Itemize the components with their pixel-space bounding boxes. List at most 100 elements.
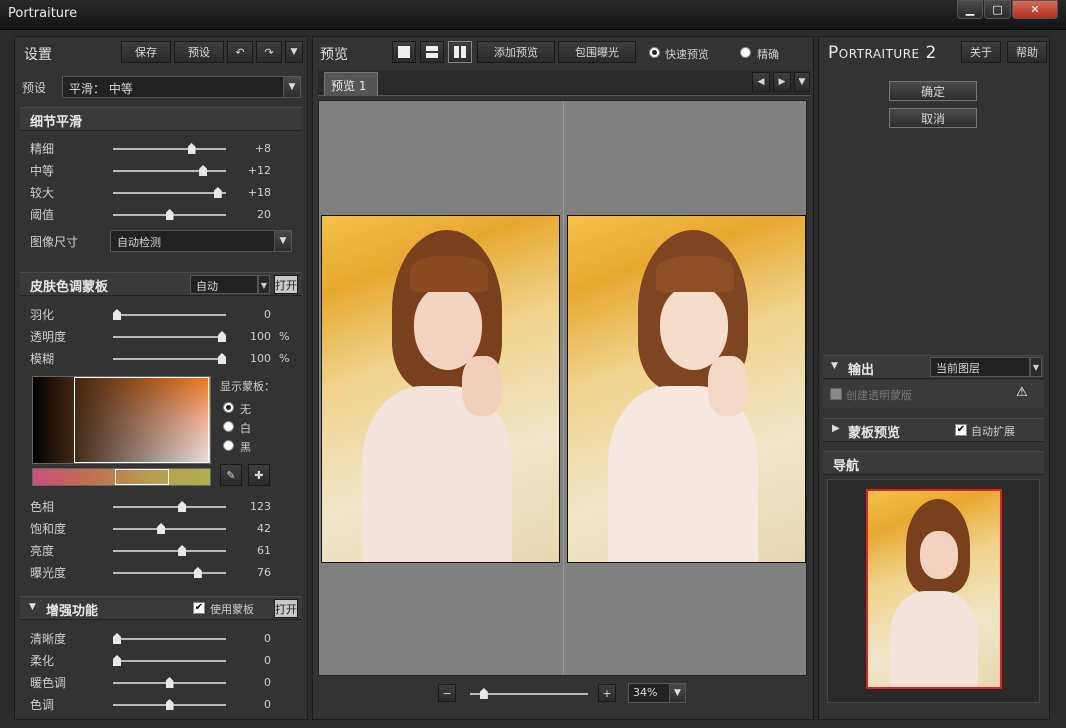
chevron-down-icon[interactable]: ▼ xyxy=(258,275,270,294)
left-skin-sliders2-track-3[interactable] xyxy=(113,567,226,578)
left-enhance-sliders-track-2[interactable] xyxy=(113,677,226,688)
left-enhance-sliders-value-2: 0 xyxy=(264,676,271,689)
left-skin-sliders-label-1: 透明度 xyxy=(30,330,67,344)
mask-radio-2[interactable] xyxy=(223,440,234,451)
eyedropper-icon[interactable]: ✎ xyxy=(220,464,242,486)
precise-radio[interactable] xyxy=(740,47,751,58)
add-preview-button[interactable]: 添加预览 xyxy=(477,41,555,63)
chevron-down-icon[interactable]: ▼ xyxy=(669,683,686,703)
mask-option-label-1: 白 xyxy=(240,422,251,435)
left-enhance-sliders-label-3: 色调 xyxy=(30,698,55,712)
minimize-button[interactable]: ▁ xyxy=(957,0,983,19)
left-enhance-sliders-track-0[interactable] xyxy=(113,633,226,644)
chevron-down-icon[interactable]: ▼ xyxy=(1030,357,1042,377)
left-skin-sliders-unit-2: % xyxy=(279,352,290,365)
expand-icon[interactable]: ▶ xyxy=(832,423,840,434)
left-skin-sliders-value-0: 0 xyxy=(264,308,271,321)
left-skin-sliders2-track-2[interactable] xyxy=(113,545,226,556)
left-enhance-sliders-label-1: 柔化 xyxy=(30,654,55,668)
skin-mask-title: 皮肤色调蒙板 xyxy=(30,280,109,295)
left-enhance-sliders-label-0: 清晰度 xyxy=(30,632,67,646)
left-skin-sliders2-label-3: 曝光度 xyxy=(30,566,67,580)
auto-expand-checkbox[interactable]: ✔ xyxy=(955,424,967,436)
left-skin-sliders-track-1[interactable] xyxy=(113,331,226,342)
left-skin-sliders2-value-2: 61 xyxy=(257,544,271,557)
retouched-photo[interactable] xyxy=(567,215,806,563)
left-skin-sliders-unit-1: % xyxy=(279,330,290,343)
mask-radio-1[interactable] xyxy=(223,421,234,432)
redo-icon[interactable]: ↷ xyxy=(256,41,282,63)
preset-button[interactable]: 预设 xyxy=(174,41,224,63)
left-skin-sliders-track-2[interactable] xyxy=(113,353,226,364)
left-skin-sliders2-track-0[interactable] xyxy=(113,501,226,512)
settings-menu-icon[interactable]: ▼ xyxy=(285,41,303,63)
left-skin-sliders-value-2: 100 xyxy=(250,352,271,365)
output-select[interactable]: 当前图层 xyxy=(930,357,1030,377)
zoom-in-button[interactable]: + xyxy=(598,684,616,702)
left-detail-sliders-value-3: 20 xyxy=(257,208,271,221)
cancel-button[interactable]: 取消 xyxy=(889,108,977,128)
maximize-button[interactable]: □ xyxy=(984,0,1011,19)
split-vertical-icon[interactable] xyxy=(448,41,472,63)
eyedropper-plus-icon[interactable]: ✚ xyxy=(248,464,270,486)
about-button[interactable]: 关于 xyxy=(961,41,1001,63)
left-enhance-sliders-track-3[interactable] xyxy=(113,699,226,710)
left-enhance-sliders-value-0: 0 xyxy=(264,632,271,645)
mask-preview-title: 蒙板预览 xyxy=(848,426,901,441)
tab-prev-icon[interactable]: ◀ xyxy=(752,72,770,92)
skin-color-selection[interactable] xyxy=(74,377,209,463)
split-divider[interactable] xyxy=(563,101,564,675)
preview-tabbar xyxy=(318,70,810,96)
quick-preview-radio[interactable] xyxy=(649,47,660,58)
preset-select[interactable]: 平滑： 中等 xyxy=(62,76,284,98)
tab-preview-1[interactable]: 预览 1 xyxy=(324,72,378,96)
collapse-icon[interactable]: ▼ xyxy=(29,602,36,612)
left-skin-sliders2-track-1[interactable] xyxy=(113,523,226,534)
chevron-down-icon[interactable]: ▼ xyxy=(274,230,292,252)
left-skin-sliders2-label-1: 饱和度 xyxy=(30,522,67,536)
warning-icon[interactable]: ⚠ xyxy=(1016,385,1028,400)
help-button[interactable]: 帮助 xyxy=(1007,41,1047,63)
enhance-open-button[interactable]: 打开 xyxy=(274,599,298,618)
left-skin-sliders2-label-2: 亮度 xyxy=(30,544,55,558)
left-enhance-sliders-track-1[interactable] xyxy=(113,655,226,666)
left-detail-sliders-value-1: +12 xyxy=(247,164,271,177)
left-skin-sliders-value-1: 100 xyxy=(250,330,271,343)
tab-menu-icon[interactable]: ▼ xyxy=(794,72,810,92)
left-enhance-sliders-value-1: 0 xyxy=(264,654,271,667)
left-detail-sliders-track-0[interactable] xyxy=(113,143,226,154)
hue-selection[interactable] xyxy=(115,469,169,485)
bracket-exposure-button[interactable]: 包围曝光 xyxy=(558,41,636,63)
close-button[interactable]: ✕ xyxy=(1012,0,1058,19)
left-detail-sliders-track-1[interactable] xyxy=(113,165,226,176)
skin-mode-select[interactable]: 自动 xyxy=(190,275,258,294)
split-horizontal-icon[interactable] xyxy=(420,41,444,63)
image-size-label: 图像尺寸 xyxy=(30,235,79,249)
zoom-slider[interactable] xyxy=(470,688,588,699)
quick-preview-label: 快速预览 xyxy=(665,48,709,61)
left-skin-sliders2-value-0: 123 xyxy=(250,500,271,513)
undo-icon[interactable]: ↶ xyxy=(227,41,253,63)
transparent-mask-checkbox[interactable] xyxy=(830,388,842,400)
collapse-icon[interactable]: ▼ xyxy=(831,361,838,371)
zoom-out-button[interactable]: − xyxy=(438,684,456,702)
settings-title: 设置 xyxy=(24,47,52,63)
auto-expand-label: 自动扩展 xyxy=(971,425,1015,438)
skin-open-button[interactable]: 打开 xyxy=(274,275,298,294)
left-skin-sliders-track-0[interactable] xyxy=(113,309,226,320)
mask-radio-0[interactable] xyxy=(223,402,234,413)
left-detail-sliders-track-2[interactable] xyxy=(113,187,226,198)
ok-button[interactable]: 确定 xyxy=(889,81,977,101)
zoom-select[interactable]: 34% xyxy=(628,683,670,703)
navigator-thumbnail[interactable] xyxy=(866,489,1002,689)
left-detail-sliders-track-3[interactable] xyxy=(113,209,226,220)
single-view-icon[interactable] xyxy=(392,41,416,63)
tab-next-icon[interactable]: ▶ xyxy=(773,72,791,92)
chevron-down-icon[interactable]: ▼ xyxy=(283,76,301,98)
left-skin-sliders-label-0: 羽化 xyxy=(30,308,55,322)
image-size-select[interactable]: 自动检测 xyxy=(110,230,275,252)
use-mask-checkbox[interactable]: ✔ xyxy=(193,602,205,614)
save-button[interactable]: 保存 xyxy=(121,41,171,63)
left-detail-sliders-value-0: +8 xyxy=(254,142,271,155)
original-photo[interactable] xyxy=(321,215,560,563)
